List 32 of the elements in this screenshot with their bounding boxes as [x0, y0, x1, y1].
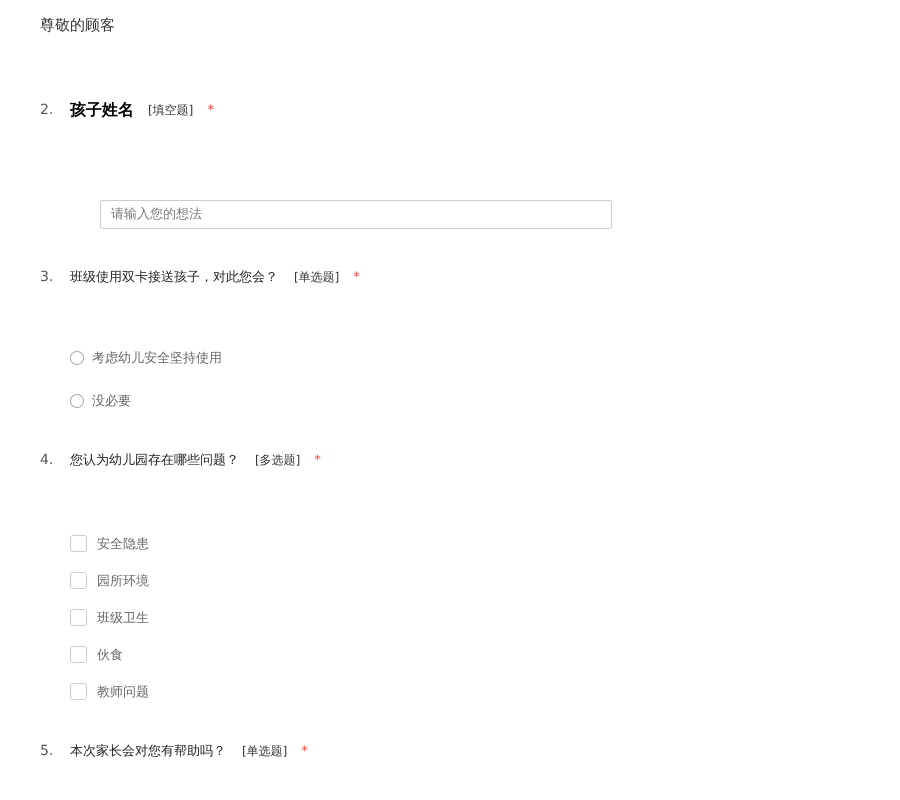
option-label[interactable]: 班级卫生: [97, 608, 149, 626]
question-type: [单选题]: [242, 742, 288, 760]
question-title: 孩子姓名: [70, 100, 134, 120]
checkbox[interactable]: [70, 683, 87, 700]
radio-button[interactable]: [70, 394, 84, 408]
option-label[interactable]: 安全隐患: [97, 534, 149, 552]
question-type: [填空题]: [148, 102, 194, 118]
required-mark: *: [353, 270, 360, 284]
option-label[interactable]: 没必要: [92, 392, 131, 410]
required-mark: *: [207, 102, 214, 118]
option-label[interactable]: 园所环境: [97, 572, 149, 590]
required-mark: *: [314, 452, 321, 468]
question-type: [单选题]: [294, 268, 340, 286]
radio-button[interactable]: [70, 350, 84, 364]
question-number: 2.: [40, 102, 54, 118]
checkbox[interactable]: [70, 646, 87, 663]
question-number: 3.: [40, 269, 54, 285]
checkbox[interactable]: [70, 609, 87, 626]
answer-field[interactable]: 请输入您的想法: [100, 200, 612, 229]
question-number: 5.: [40, 743, 54, 759]
question-type: [多选题]: [255, 452, 300, 468]
question-title: 您认为幼儿园存在哪些问题？: [70, 452, 239, 469]
option-label[interactable]: 伙食: [97, 646, 123, 664]
question-number: 4.: [40, 452, 54, 468]
checkbox[interactable]: [70, 572, 87, 589]
question-title: 班级使用双卡接送孩子，对此您会？: [70, 269, 278, 286]
option-label[interactable]: 考虑幼儿安全坚持使用: [92, 348, 222, 366]
greeting-text: 尊敬的顾客: [40, 15, 116, 36]
question-title: 本次家长会对您有帮助吗？: [70, 743, 226, 760]
option-label[interactable]: 教师问题: [97, 682, 149, 700]
checkbox[interactable]: [70, 535, 87, 552]
required-mark: *: [301, 744, 308, 758]
